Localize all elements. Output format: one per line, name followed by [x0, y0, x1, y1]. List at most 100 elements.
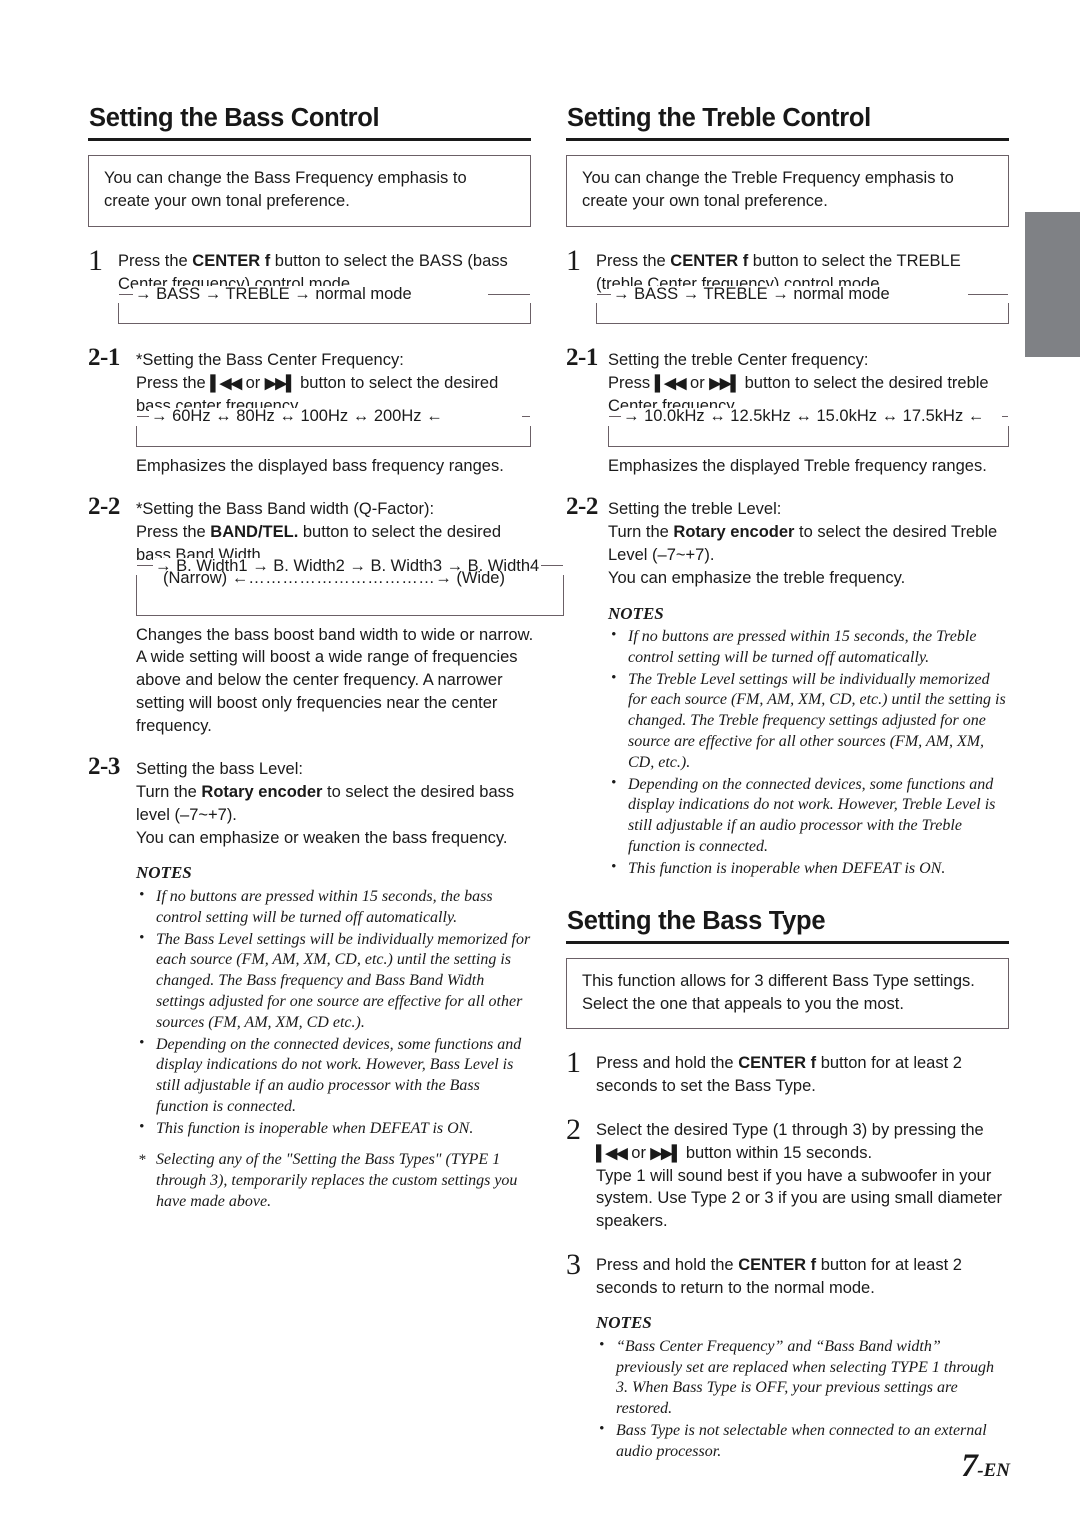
- cycle-rule-left: [119, 293, 133, 296]
- intro-line-1: You can change the Bass Frequency emphas…: [104, 169, 467, 188]
- cycle-rule-left: [137, 565, 153, 567]
- step-number: 1: [566, 1046, 581, 1080]
- step-number: 3: [566, 1247, 581, 1281]
- note-item: If no buttons are pressed within 15 seco…: [136, 886, 531, 929]
- step-line-3: Type 1 will sound best if you have a sub…: [596, 1166, 992, 1185]
- step-line-1: Turn the Rotary encoder to select the de…: [136, 781, 531, 804]
- intro-line-2: create your own tonal preference.: [582, 192, 828, 211]
- step-1-treble: 1 Press the CENTER f button to select th…: [566, 245, 1009, 329]
- intro-callout-bass-type: This function allows for 3 different Bas…: [566, 957, 1009, 1030]
- step-text-a: Press and hold the: [596, 1054, 739, 1073]
- cycle-rule-left: [609, 416, 621, 418]
- note-item: This function is inoperable when DEFEAT …: [136, 1118, 531, 1140]
- step-text-c: button to select the desired: [295, 374, 499, 393]
- cycle-sequence-text: → BASS → TREBLE → normal mode: [133, 285, 414, 304]
- intro-callout-bass: You can change the Bass Frequency emphas…: [88, 155, 531, 227]
- bass-frequency-cycle-diagram: → 60Hz ↔ 80Hz ↔ 100Hz ↔ 200Hz ←: [136, 408, 531, 447]
- step-text-c: button to select the BASS (bass: [270, 251, 508, 270]
- intro-line-1: This function allows for 3 different Bas…: [582, 971, 975, 990]
- step-line-2: level (–7~+7).: [136, 805, 237, 824]
- step-text-a: Press and hold the: [596, 1255, 739, 1274]
- step-line-1: Select the desired Type (1 through 3) by…: [596, 1120, 984, 1139]
- step-text-a: Press: [608, 374, 655, 393]
- step-number: 2-1: [566, 344, 598, 372]
- treble-frequency-cycle-diagram: → 10.0kHz ↔ 12.5kHz ↔ 15.0kHz ↔ 17.5kHz …: [608, 408, 1009, 447]
- desc-line-1: Changes the bass boost band width to wid…: [136, 625, 534, 644]
- step-2-2-treble-level: 2-2 Setting the treble Level: Turn the R…: [566, 493, 1009, 880]
- notes-list-bass-type: “Bass Center Frequency” and “Bass Band w…: [596, 1336, 1009, 1463]
- intro-callout-treble: You can change the Treble Frequency emph…: [566, 155, 1009, 227]
- note-item: This function is inoperable when DEFEAT …: [608, 858, 1009, 880]
- step-text: Setting the treble Level: Turn the Rotar…: [608, 493, 1009, 880]
- step-number: 2-3: [88, 753, 120, 781]
- step-line-2: seconds to set the Bass Type.: [596, 1077, 816, 1096]
- next-track-button-icon: ▶▶▌: [709, 375, 741, 393]
- step-text-b: or: [241, 374, 265, 393]
- step-line-1: Press the ▌◀◀ or ▶▶▌ button to select th…: [136, 372, 531, 395]
- step-line-2: seconds to return to the normal mode.: [596, 1278, 875, 1297]
- step-line-3: You can emphasize or weaken the bass fre…: [136, 828, 508, 847]
- cycle-loop-area: [119, 303, 530, 323]
- step-text-b: or: [685, 374, 710, 393]
- step-text-c: to select the desired bass: [322, 783, 515, 802]
- step-number: 2-2: [566, 493, 598, 521]
- step-text: Setting the treble Center frequency: Pre…: [608, 344, 1009, 477]
- arrow-right-icon: →: [435, 568, 452, 587]
- page-title-bass-control: Setting the Bass Control: [89, 104, 380, 132]
- heading-rule: [88, 138, 531, 142]
- step-text-a: Press the: [118, 251, 193, 270]
- two-column-layout: Setting the Bass Control You can change …: [88, 104, 1010, 1464]
- bass-frequency-caption: Emphasizes the displayed bass frequency …: [136, 456, 504, 475]
- step-title: Setting the bass Level:: [136, 760, 303, 779]
- prev-track-button-icon: ▌◀◀: [596, 1144, 628, 1162]
- step-text-c: button to select the TREBLE: [748, 251, 961, 270]
- step-number: 1: [88, 243, 103, 277]
- step-line-1: Press and hold the CENTER f button for a…: [596, 1052, 1009, 1075]
- mode-cycle-diagram-treble: → BASS → TREBLE → normal mode: [596, 286, 1009, 325]
- intro-line-1: You can change the Treble Frequency emph…: [582, 169, 954, 188]
- step-line-2: ▌◀◀ or ▶▶▌ button within 15 seconds.: [596, 1142, 1009, 1165]
- control-name-rotary-encoder: Rotary encoder: [201, 783, 323, 802]
- button-name-center-f: CENTER f: [738, 1255, 817, 1274]
- treble-frequency-caption: Emphasizes the displayed Treble frequenc…: [608, 456, 987, 475]
- step-line-1: Press ▌◀◀ or ▶▶▌ button to select the de…: [608, 372, 1009, 395]
- step-text: *Setting the Bass Center Frequency: Pres…: [136, 344, 531, 477]
- next-track-button-icon: ▶▶▌: [650, 1144, 683, 1162]
- band-width-range-labels: (Narrow) ←……………………………→ (Wide): [137, 569, 563, 589]
- band-width-cycle-diagram: → B. Width1 → B. Width2 → B. Width3 → B.…: [136, 558, 565, 616]
- narrow-label: (Narrow): [163, 568, 228, 587]
- cycle-rule-right: [522, 416, 530, 418]
- chapter-edge-tab: [1025, 212, 1080, 357]
- notes-heading: NOTES: [596, 1313, 652, 1333]
- desc-line-5: frequency.: [136, 716, 212, 735]
- step-2-1-treble-center-frequency: 2-1 Setting the treble Center frequency:…: [566, 344, 1009, 477]
- prev-track-button-icon: ▌◀◀: [654, 375, 687, 393]
- step-line-4: system. Use Type 2 or 3 if you are using…: [596, 1189, 1002, 1208]
- step-line-1: Press and hold the CENTER f button for a…: [596, 1254, 1009, 1277]
- step-number: 2-1: [88, 344, 120, 372]
- intro-line-2: create your own tonal preference.: [104, 192, 350, 211]
- step-text-a: Turn the: [136, 783, 202, 802]
- control-name-rotary-encoder: Rotary encoder: [673, 523, 795, 542]
- note-item: The Treble Level settings will be indivi…: [608, 669, 1009, 774]
- step-number: 2: [566, 1112, 581, 1146]
- step-number: 2-2: [88, 493, 120, 521]
- intro-line-2: Select the one that appeals to you the m…: [582, 995, 904, 1014]
- cycle-rule-left: [597, 293, 611, 296]
- step-text: Select the desired Type (1 through 3) by…: [596, 1114, 1009, 1233]
- note-item: If no buttons are pressed within 15 seco…: [608, 626, 1009, 669]
- button-name-center-f: CENTER f: [670, 251, 749, 270]
- note-item: Depending on the connected devices, some…: [608, 774, 1009, 858]
- cycle-loop-area: [137, 595, 563, 615]
- page-number-suffix: -EN: [977, 1460, 1010, 1481]
- step-title: *Setting the Bass Center Frequency:: [136, 351, 404, 370]
- page-title-bass-type: Setting the Bass Type: [567, 906, 826, 935]
- cycle-sequence-text: → BASS → TREBLE → normal mode: [611, 285, 892, 304]
- cycle-rule-left: [137, 416, 149, 418]
- step-text-b: button within 15 seconds.: [681, 1143, 873, 1162]
- button-name-center-f: CENTER f: [738, 1054, 817, 1073]
- note-item: “Bass Center Frequency” and “Bass Band w…: [596, 1336, 1009, 1420]
- step-text-c: to select the desired Treble: [794, 523, 998, 542]
- step-text-c: button for at least 2: [816, 1054, 962, 1073]
- step-line-1: Press the BAND/TEL. button to select the…: [136, 521, 564, 544]
